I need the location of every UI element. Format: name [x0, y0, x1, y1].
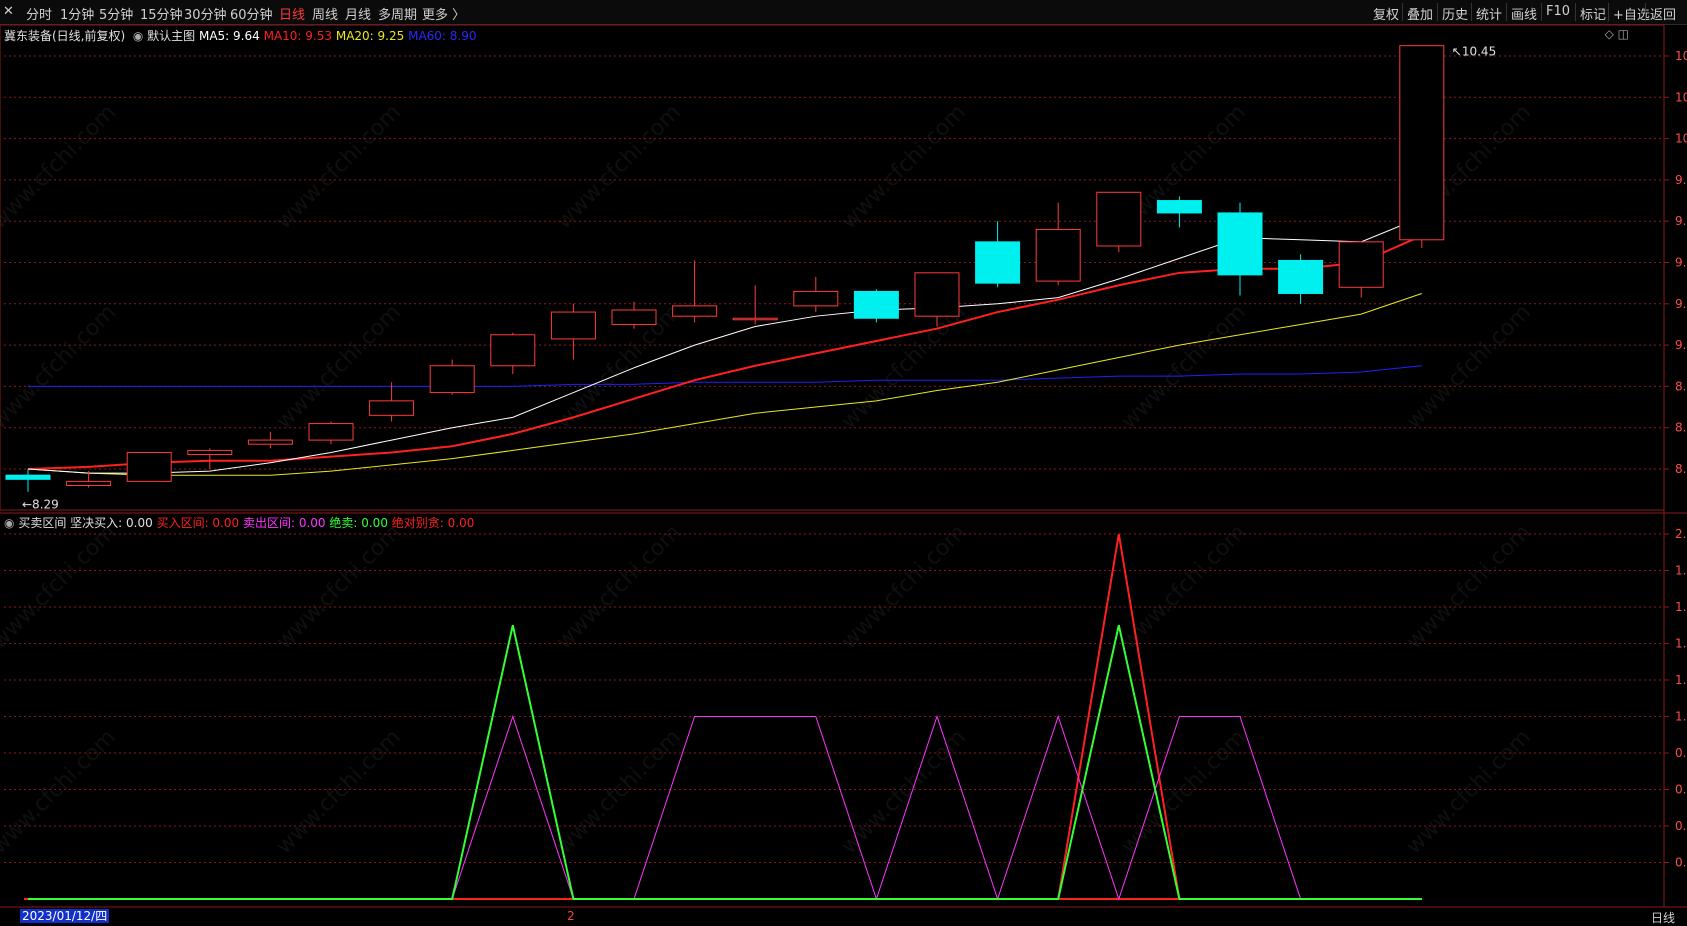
watermark-text: www.cfchi.com — [272, 100, 406, 234]
watermark-text: www.cfchi.com — [0, 100, 121, 234]
y-tick-label: 10.00 — [1675, 132, 1687, 146]
candle-body — [308, 423, 354, 441]
candle-body — [369, 400, 415, 416]
y-tick-label: 0.20 — [1675, 856, 1687, 870]
y-tick-label: 10.40 — [1675, 49, 1687, 63]
y-tick-label: 2.00 — [1675, 527, 1687, 541]
candle-body — [1096, 191, 1142, 247]
y-tick-label: 0.40 — [1675, 819, 1687, 833]
watermark-text: www.cfchi.com — [837, 100, 971, 234]
y-tick-label: 9.00 — [1675, 338, 1687, 352]
y-tick-label: 1.80 — [1675, 564, 1687, 578]
watermark-text: www.cfchi.com — [0, 520, 121, 654]
main-indicator-name[interactable]: 默认主图 — [147, 29, 195, 43]
y-tick-label: 8.60 — [1675, 421, 1687, 435]
candle-body — [914, 272, 960, 317]
candle-body — [247, 439, 293, 445]
window-icon[interactable]: ◫ — [1618, 27, 1629, 41]
candle-body — [5, 474, 51, 480]
mrqj-value: 买入区间: 0.00 — [156, 516, 240, 530]
low-price-label: ←8.29 — [22, 498, 59, 512]
candle-body — [672, 305, 718, 317]
candle-body — [1338, 241, 1384, 288]
jdbt-value: 绝对别贪: 0.00 — [391, 516, 475, 530]
watermark-text: www.cfchi.com — [1402, 300, 1536, 434]
watermark-text: www.cfchi.com — [1402, 725, 1536, 859]
period-label: 日线 — [1650, 911, 1675, 925]
candle-body — [732, 317, 778, 321]
y-tick-label: 0.60 — [1675, 783, 1687, 797]
candle-body — [1035, 228, 1081, 282]
sub-indicator-name[interactable]: 买卖区间 — [18, 516, 66, 530]
watermark-text: www.cfchi.com — [272, 520, 406, 654]
watermark-text: www.cfchi.com — [1117, 725, 1251, 859]
watermark-text: www.cfchi.com — [1117, 300, 1251, 434]
y-tick-label: 8.80 — [1675, 379, 1687, 393]
candle-body — [126, 451, 172, 482]
sub-info-bar: ◉ 买卖区间 坚决买入: 0.00 买入区间: 0.00 卖出区间: 0.00 … — [4, 514, 474, 531]
stock-label: 冀东装备(日线,前复权) — [4, 29, 126, 43]
watermark-text: www.cfchi.com — [1402, 520, 1536, 654]
candle-body — [793, 290, 839, 307]
ma20-value: MA20: 9.25 — [335, 29, 405, 43]
candle-body — [1278, 259, 1324, 294]
watermark-text: www.cfchi.com — [1117, 520, 1251, 654]
watermark-text: www.cfchi.com — [552, 520, 686, 654]
candle-body — [1399, 45, 1445, 241]
y-tick-label: 1.60 — [1675, 600, 1687, 614]
ma5-value: MA5: 9.64 — [198, 29, 260, 43]
axis-marker: 2 — [567, 909, 575, 923]
panel-controls: ◇ ◫ — [1605, 27, 1629, 41]
candle-body — [490, 334, 536, 367]
y-tick-label: 9.80 — [1675, 173, 1687, 187]
candle-body — [429, 365, 475, 394]
series-line — [28, 714, 1422, 901]
watermark-text: www.cfchi.com — [272, 725, 406, 859]
ma60-line — [28, 365, 1422, 387]
ma10-value: MA10: 9.53 — [263, 29, 333, 43]
y-tick-label: 1.20 — [1675, 673, 1687, 687]
watermark-text: www.cfchi.com — [837, 520, 971, 654]
candle-body — [187, 449, 233, 456]
y-tick-label: 9.40 — [1675, 256, 1687, 270]
y-tick-label: 0.80 — [1675, 746, 1687, 760]
jjmr-value: 坚决买入: 0.00 — [70, 516, 153, 530]
cursor-date-label: 2023/01/12/四 — [20, 909, 110, 923]
watermark-text: www.cfchi.com — [0, 300, 121, 434]
candle-body — [1156, 200, 1202, 214]
candle-body — [550, 311, 596, 340]
y-tick-label: 8.40 — [1675, 462, 1687, 476]
y-tick-label: 1.40 — [1675, 637, 1687, 651]
y-tick-label: 9.60 — [1675, 214, 1687, 228]
y-tick-label: 1.00 — [1675, 710, 1687, 724]
watermark-text: www.cfchi.com — [552, 725, 686, 859]
candle-body — [1217, 212, 1263, 276]
chart-canvas: www.cfchi.com www.cfchi.com www.cfchi.com w… — [0, 24, 1687, 908]
candle-body — [975, 241, 1021, 284]
high-price-label: ↖10.45 — [1452, 45, 1496, 59]
y-tick-label: 10.20 — [1675, 90, 1687, 104]
ma60-value: MA60: 8.90 — [408, 29, 477, 43]
candle-body — [611, 309, 657, 325]
candle-body — [66, 480, 112, 487]
watermark-text: www.cfchi.com — [552, 100, 686, 234]
main-info-bar: 冀东装备(日线,前复权) ◉ 默认主图 MA5: 9.64 MA10: 9.53… — [4, 27, 477, 44]
watermark-text: www.cfchi.com — [837, 300, 971, 434]
candle-body — [853, 290, 899, 319]
collapse-icon[interactable]: ◉ — [129, 29, 143, 43]
y-tick-label: 9.20 — [1675, 297, 1687, 311]
mcqj-value: 卖出区间: 0.00 — [242, 516, 326, 530]
sub-collapse-icon[interactable]: ◉ — [4, 516, 14, 530]
watermark-text: www.cfchi.com — [0, 725, 121, 859]
diamond-icon[interactable]: ◇ — [1605, 27, 1614, 41]
jm-value: 绝卖: 0.00 — [329, 516, 388, 530]
